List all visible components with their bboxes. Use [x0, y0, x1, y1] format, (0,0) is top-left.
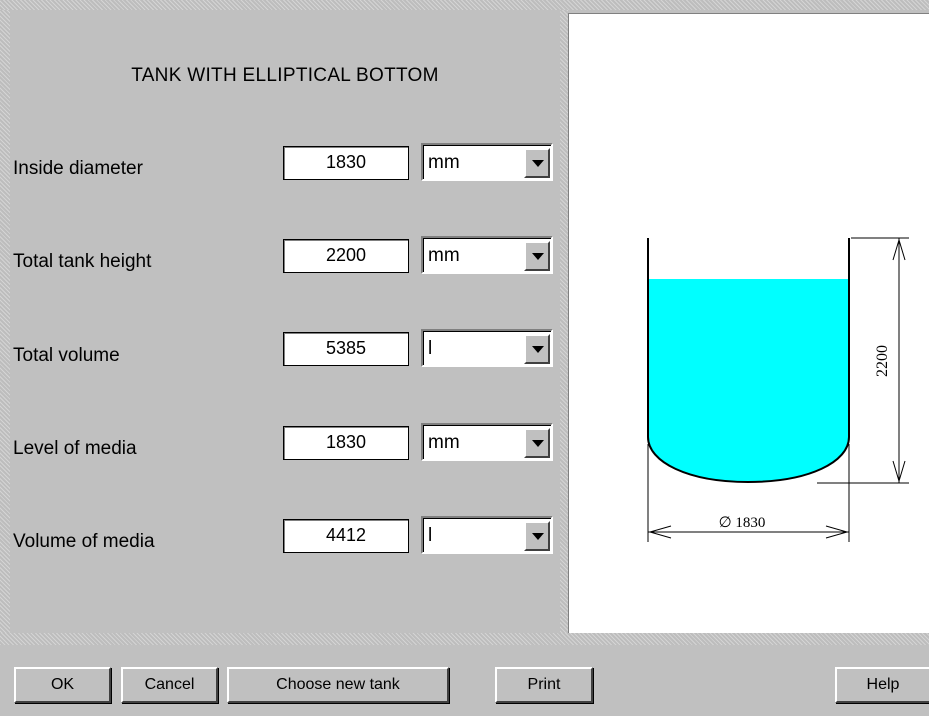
volume-of-media-unit-select[interactable]: l — [421, 516, 553, 554]
tank-diagram: 2200 ∅ 1830 — [647, 237, 909, 542]
left-border — [0, 10, 10, 636]
total-tank-height-dropdown-button[interactable] — [524, 241, 550, 271]
inside-diameter-unit-select[interactable]: mm — [421, 143, 553, 181]
cancel-button[interactable]: Cancel — [121, 667, 218, 703]
inside-diameter-label: Inside diameter — [13, 158, 143, 179]
total-tank-height-input[interactable]: 2200 — [283, 239, 409, 273]
chevron-down-icon — [532, 440, 544, 447]
total-tank-height-unit-select[interactable]: mm — [421, 236, 553, 274]
total-volume-dropdown-button[interactable] — [524, 334, 550, 364]
level-of-media-label: Level of media — [13, 438, 137, 459]
inside-diameter-input[interactable]: 1830 — [283, 146, 409, 180]
top-border — [0, 0, 929, 10]
volume-of-media-dropdown-button[interactable] — [524, 521, 550, 551]
choose-new-tank-button[interactable]: Choose new tank — [227, 667, 449, 703]
print-button[interactable]: Print — [495, 667, 593, 703]
level-of-media-dropdown-button[interactable] — [524, 428, 550, 458]
media-fill — [648, 279, 849, 482]
dialog-title: TANK WITH ELLIPTICAL BOTTOM — [131, 65, 439, 86]
chevron-down-icon — [532, 160, 544, 167]
volume-of-media-input[interactable]: 4412 — [283, 519, 409, 553]
level-of-media-input[interactable]: 1830 — [283, 426, 409, 460]
panel-divider — [560, 10, 568, 636]
volume-of-media-unit-value: l — [428, 525, 433, 546]
total-tank-height-label: Total tank height — [13, 251, 152, 272]
ok-button[interactable]: OK — [14, 667, 111, 703]
chevron-down-icon — [532, 253, 544, 260]
level-of-media-unit-value: mm — [428, 432, 460, 453]
tank-drawing-panel: 2200 ∅ 1830 — [568, 13, 929, 633]
total-tank-height-unit-value: mm — [428, 245, 460, 266]
diameter-dimension-label: ∅ 1830 — [719, 515, 766, 531]
input-panel: TANK WITH ELLIPTICAL BOTTOM Inside diame… — [10, 10, 560, 633]
bottom-border — [0, 633, 929, 645]
button-bar: OK Cancel Choose new tank Print Help — [0, 645, 929, 716]
total-volume-unit-select[interactable]: l — [421, 329, 553, 367]
help-button[interactable]: Help — [835, 667, 929, 703]
total-volume-label: Total volume — [13, 345, 120, 366]
level-of-media-unit-select[interactable]: mm — [421, 423, 553, 461]
total-volume-input[interactable]: 5385 — [283, 332, 409, 366]
height-dimension-label: 2200 — [874, 345, 891, 377]
chevron-down-icon — [532, 533, 544, 540]
inside-diameter-dropdown-button[interactable] — [524, 148, 550, 178]
total-volume-unit-value: l — [428, 338, 433, 359]
inside-diameter-unit-value: mm — [428, 152, 460, 173]
volume-of-media-label: Volume of media — [13, 531, 155, 552]
chevron-down-icon — [532, 346, 544, 353]
